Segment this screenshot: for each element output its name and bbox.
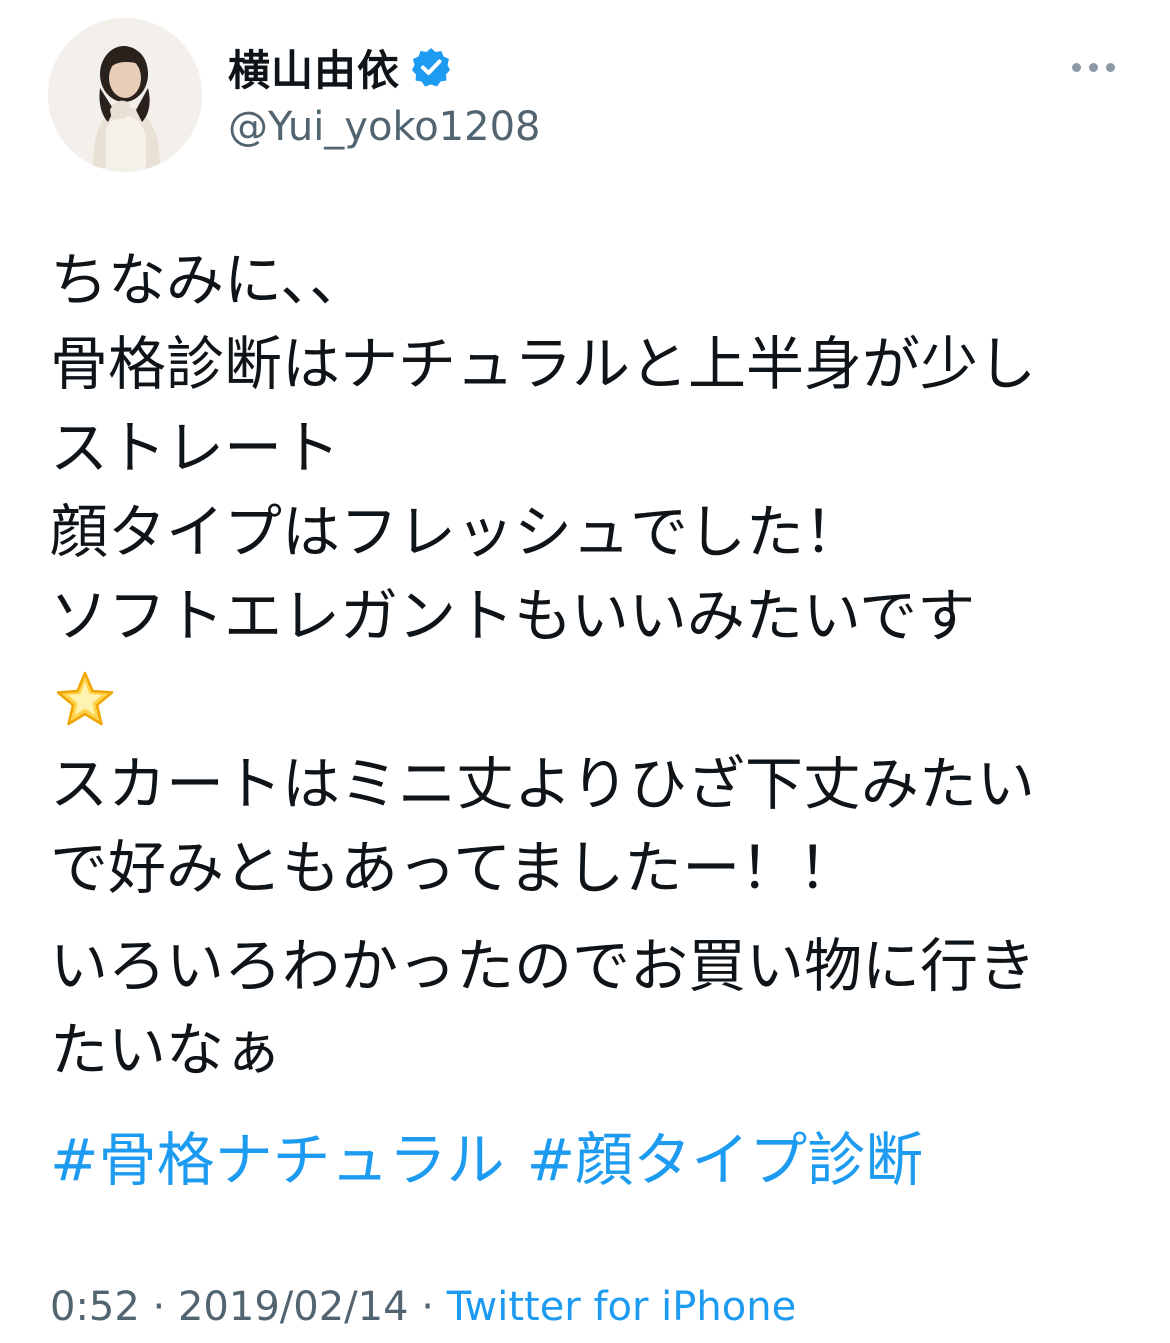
display-name-row: 横山由依 [228, 40, 540, 95]
tweet-line: で好みともあってましたー！！ [50, 834, 857, 902]
hashtag-link[interactable]: #骨格ナチュラル [50, 1126, 505, 1194]
tweet-source[interactable]: Twitter for iPhone [447, 1284, 797, 1330]
tweet-date[interactable]: 2019/02/14 [178, 1284, 409, 1330]
tweet-meta: 0:52 · 2019/02/14 · Twitter for iPhone [50, 1284, 796, 1330]
tweet-line: ストレート [50, 414, 341, 482]
tweet-line: 顔タイプはフレッシュでした！ [50, 498, 863, 566]
more-options-icon[interactable] [1072, 56, 1116, 76]
hashtags: #骨格ナチュラル #顔タイプ診断 [50, 1118, 1130, 1202]
meta-separator: · [421, 1284, 434, 1330]
glowing-star-emoji-icon [50, 658, 1130, 742]
tweet-line: ちなみに、、 [50, 246, 368, 314]
meta-separator: · [152, 1284, 166, 1330]
hashtag-link[interactable]: #顔タイプ診断 [527, 1126, 924, 1194]
display-name[interactable]: 横山由依 [228, 37, 400, 98]
avatar[interactable] [48, 18, 202, 172]
tweet: 横山由依 @Yui_yoko1208 ちなみに、、 骨格診断はナチュラルと上半身… [0, 0, 1170, 1343]
tweet-line: ソフトエレガントもいいみたいです [50, 582, 976, 650]
author-names: 横山由依 @Yui_yoko1208 [228, 40, 540, 151]
tweet-line: たいなぁ [50, 1016, 283, 1084]
tweet-time[interactable]: 0:52 [50, 1284, 140, 1330]
handle[interactable]: @Yui_yoko1208 [228, 104, 540, 150]
tweet-line: スカートはミニ丈よりひざ下丈みたい [50, 750, 1035, 818]
tweet-line: 骨格診断はナチュラルと上半身が少し [50, 330, 1037, 398]
tweet-line: いろいろわかったのでお買い物に行き [50, 932, 1037, 1000]
tweet-header: 横山由依 @Yui_yoko1208 [48, 18, 1122, 174]
verified-badge-icon [410, 46, 452, 88]
tweet-text: ちなみに、、 骨格診断はナチュラルと上半身が少し ストレート 顔タイプはフレッシ… [50, 238, 1130, 1202]
